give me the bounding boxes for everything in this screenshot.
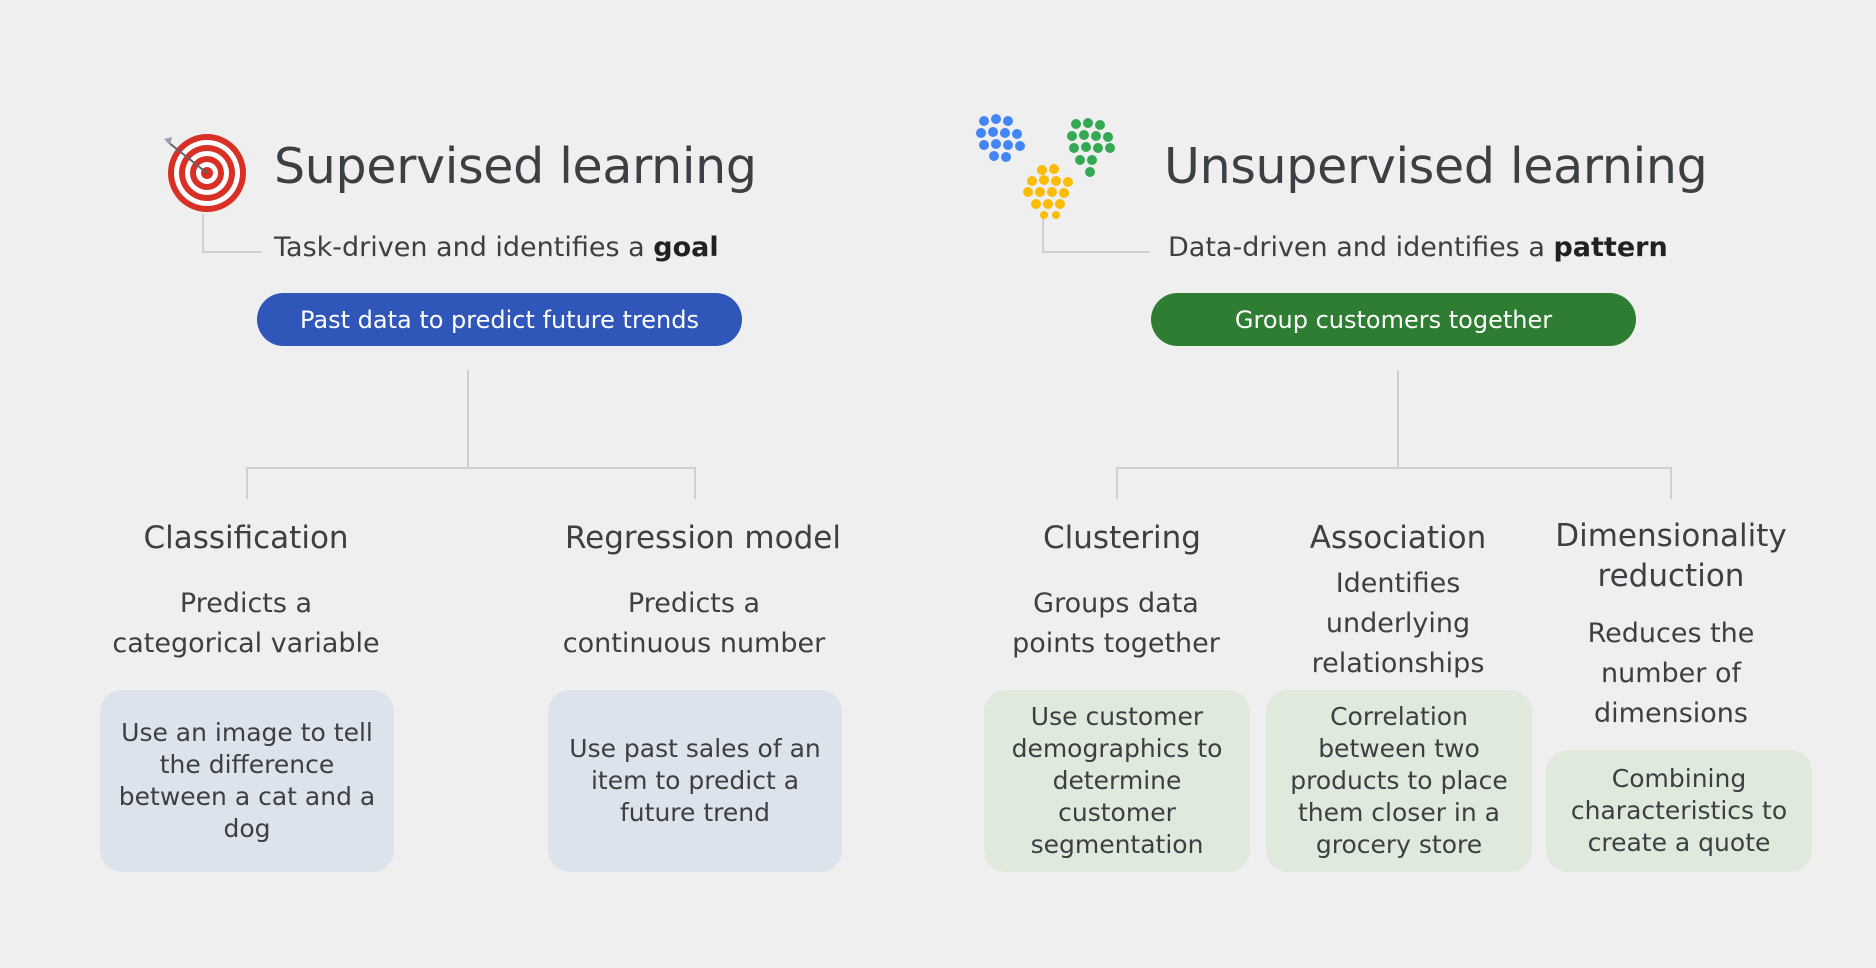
regression-description: Predicts a continuous number xyxy=(562,588,826,659)
unsupervised-tree-stem xyxy=(1397,370,1399,468)
unsupervised-subtitle-connector-horizontal xyxy=(1042,251,1150,253)
supervised-pill: Past data to predict future trends xyxy=(257,293,742,346)
supervised-subtitle: Task-driven and identifies a goal xyxy=(274,232,719,263)
supervised-subtitle-emphasis: goal xyxy=(653,232,719,263)
classification-example-card: Use an image to tell the difference betw… xyxy=(100,690,394,872)
supervised-subtitle-text: Task-driven and identifies a xyxy=(274,232,654,263)
unsupervised-tree-branch xyxy=(1116,467,1672,469)
dimensionality-description: Reduces the number of dimensions xyxy=(1587,618,1755,729)
target-icon xyxy=(160,128,252,218)
supervised-subtitle-connector-vertical xyxy=(202,214,204,252)
clustering-title: Clustering xyxy=(1043,520,1201,556)
association-description: Identifies underlying relationships xyxy=(1311,568,1485,679)
classification-title: Classification xyxy=(143,520,349,556)
dimensionality-example-text: Combining characteristics to create a qu… xyxy=(1570,764,1788,857)
supervised-tree-branch xyxy=(246,467,696,469)
association-title: Association xyxy=(1309,520,1487,556)
unsupervised-tree-leg-clustering xyxy=(1116,467,1118,499)
unsupervised-pill: Group customers together xyxy=(1151,293,1636,346)
clusters-icon xyxy=(976,114,1122,220)
supervised-tree-leg-classification xyxy=(246,467,248,499)
supervised-tree-leg-regression xyxy=(694,467,696,499)
unsupervised-tree-leg-dimensionality xyxy=(1670,467,1672,499)
dimensionality-example-card: Combining characteristics to create a qu… xyxy=(1546,750,1812,872)
unsupervised-subtitle-text: Data-driven and identifies a xyxy=(1168,232,1554,263)
dimensionality-title: Dimensionality reduction xyxy=(1555,518,1787,594)
unsupervised-title: Unsupervised learning xyxy=(1164,138,1708,195)
unsupervised-subtitle: Data-driven and identifies a pattern xyxy=(1168,232,1668,263)
supervised-subtitle-connector-horizontal xyxy=(202,251,262,253)
association-example-card: Correlation between two products to plac… xyxy=(1266,690,1532,872)
regression-example-text: Use past sales of an item to predict a f… xyxy=(569,734,821,827)
regression-title: Regression model xyxy=(565,520,841,556)
clustering-example-card: Use customer demographics to determine c… xyxy=(984,690,1250,872)
classification-example-text: Use an image to tell the difference betw… xyxy=(118,718,376,843)
regression-example-card: Use past sales of an item to predict a f… xyxy=(548,690,842,872)
clustering-example-text: Use customer demographics to determine c… xyxy=(1011,702,1223,859)
classification-description: Predicts a categorical variable xyxy=(112,588,380,659)
unsupervised-subtitle-emphasis: pattern xyxy=(1553,232,1668,263)
association-example-text: Correlation between two products to plac… xyxy=(1290,702,1508,859)
clustering-description: Groups data points together xyxy=(1012,588,1220,659)
supervised-title: Supervised learning xyxy=(274,138,757,195)
supervised-tree-stem xyxy=(467,370,469,468)
